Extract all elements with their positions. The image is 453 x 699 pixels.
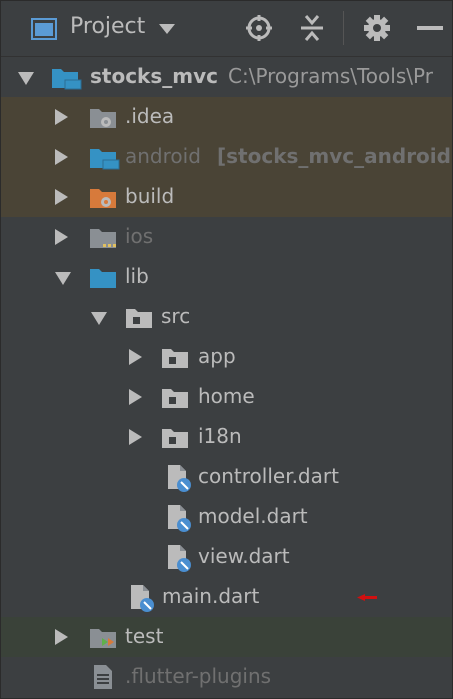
excluded-folder-icon — [90, 189, 116, 208]
hide-icon[interactable] — [415, 13, 445, 43]
tree-node-ios[interactable]: ios — [1, 217, 452, 257]
controller-file-name: controller.dart — [198, 464, 339, 488]
model-file-name: model.dart — [198, 504, 308, 528]
package-folder-icon — [162, 429, 188, 448]
source-folder-icon — [90, 269, 116, 288]
collapsed-arrow-icon[interactable] — [55, 629, 68, 645]
tree-node-app[interactable]: app — [1, 337, 452, 377]
module-folder-icon — [52, 69, 82, 90]
locate-icon[interactable] — [244, 13, 274, 43]
collapsed-arrow-icon[interactable] — [55, 149, 68, 165]
build-name: build — [125, 184, 175, 208]
package-folder-icon — [126, 309, 152, 328]
toolbar-separator — [343, 11, 344, 45]
dropdown-arrow-icon[interactable] — [159, 24, 175, 34]
tree-node-main-dart[interactable]: main.dart — [1, 577, 452, 617]
project-view-title[interactable]: Project — [70, 14, 145, 39]
dart-file-icon — [168, 505, 191, 532]
collapse-all-icon[interactable] — [297, 13, 327, 43]
app-name: app — [198, 344, 236, 368]
android-module-label: [stocks_mvc_android] — [217, 144, 453, 168]
tree-node-view-dart[interactable]: view.dart — [1, 537, 452, 577]
flutter-plugins-name: .flutter-plugins — [125, 664, 272, 688]
tree-node-controller-dart[interactable]: controller.dart — [1, 457, 452, 497]
idea-name: .idea — [125, 104, 175, 128]
tree-node-i18n[interactable]: i18n — [1, 417, 452, 457]
tree-node-home[interactable]: home — [1, 377, 452, 417]
tree-node-src[interactable]: src — [1, 297, 452, 337]
tree-node-model-dart[interactable]: model.dart — [1, 497, 452, 537]
package-folder-icon — [162, 389, 188, 408]
tree-node-root[interactable]: stocks_mvc C:\Programs\Tools\Pr — [1, 57, 452, 97]
tree-node-lib[interactable]: lib — [1, 257, 452, 297]
text-file-icon — [94, 665, 112, 689]
collapsed-arrow-icon[interactable] — [129, 389, 142, 405]
module-folder-icon — [90, 149, 120, 170]
test-folder-icon — [90, 629, 116, 648]
project-tool-window: Project stocks_mvc C:\Programs\Tools\Pr … — [0, 0, 453, 699]
collapsed-arrow-icon[interactable] — [55, 229, 68, 245]
excluded-folder-icon — [90, 109, 116, 128]
expanded-arrow-icon[interactable] — [55, 272, 71, 285]
red-arrow-annotation-icon — [357, 594, 377, 601]
src-name: src — [161, 304, 191, 328]
root-name: stocks_mvc — [90, 64, 218, 88]
ios-name: ios — [125, 224, 154, 248]
gear-icon[interactable] — [362, 13, 392, 43]
collapsed-arrow-icon[interactable] — [129, 429, 142, 445]
i18n-name: i18n — [198, 424, 242, 448]
folder-icon — [90, 229, 116, 248]
tree-node-idea[interactable]: .idea — [1, 97, 452, 137]
dart-file-icon — [131, 585, 154, 612]
tree-node-test[interactable]: test — [1, 617, 452, 657]
tree-node-flutter-plugins[interactable]: .flutter-plugins — [1, 657, 452, 697]
lib-name: lib — [125, 264, 149, 288]
package-folder-icon — [162, 349, 188, 368]
test-name: test — [125, 624, 164, 648]
dart-file-icon — [168, 545, 191, 572]
collapsed-arrow-icon[interactable] — [129, 349, 142, 365]
dart-file-icon — [168, 465, 191, 492]
view-file-name: view.dart — [198, 544, 290, 568]
root-path: C:\Programs\Tools\Pr — [228, 64, 433, 88]
expanded-arrow-icon[interactable] — [91, 312, 107, 325]
project-toolbar: Project — [1, 1, 452, 56]
collapsed-arrow-icon[interactable] — [55, 189, 68, 205]
window-icon — [31, 18, 57, 40]
tree-node-build[interactable]: build — [1, 177, 452, 217]
collapsed-arrow-icon[interactable] — [55, 109, 68, 125]
tree-node-android[interactable]: android [stocks_mvc_android] — [1, 137, 452, 177]
android-name: android — [125, 144, 201, 168]
home-name: home — [198, 384, 255, 408]
main-file-name: main.dart — [162, 584, 260, 608]
expanded-arrow-icon[interactable] — [18, 72, 34, 85]
